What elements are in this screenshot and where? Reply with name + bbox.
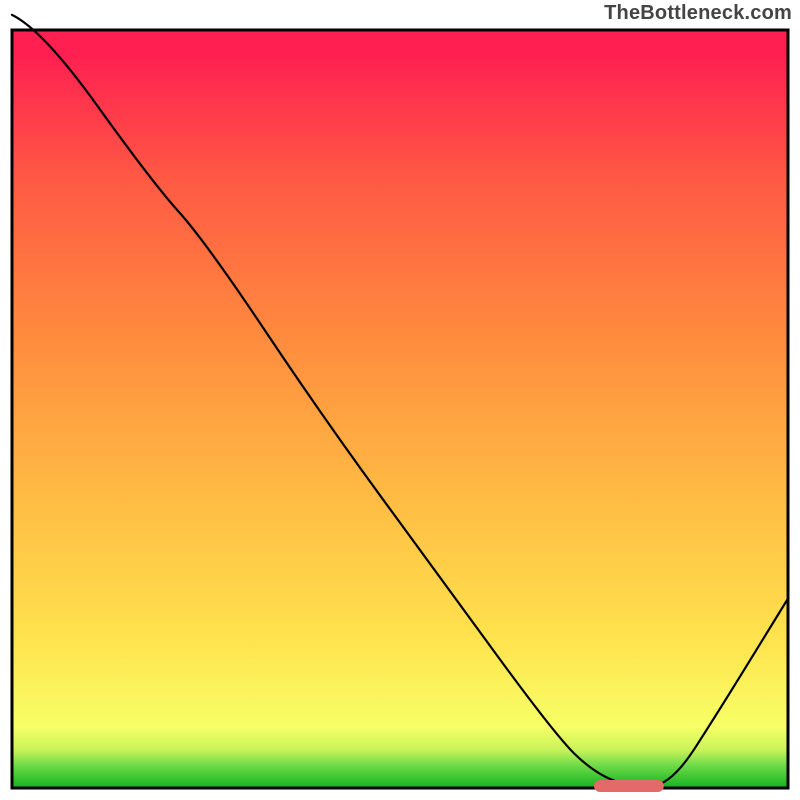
optimal-match-marker: [594, 780, 664, 792]
watermark-text: TheBottleneck.com: [604, 2, 792, 25]
chart-svg: [0, 0, 800, 800]
bottleneck-chart: TheBottleneck.com: [0, 0, 800, 800]
gradient-background: [12, 30, 788, 788]
